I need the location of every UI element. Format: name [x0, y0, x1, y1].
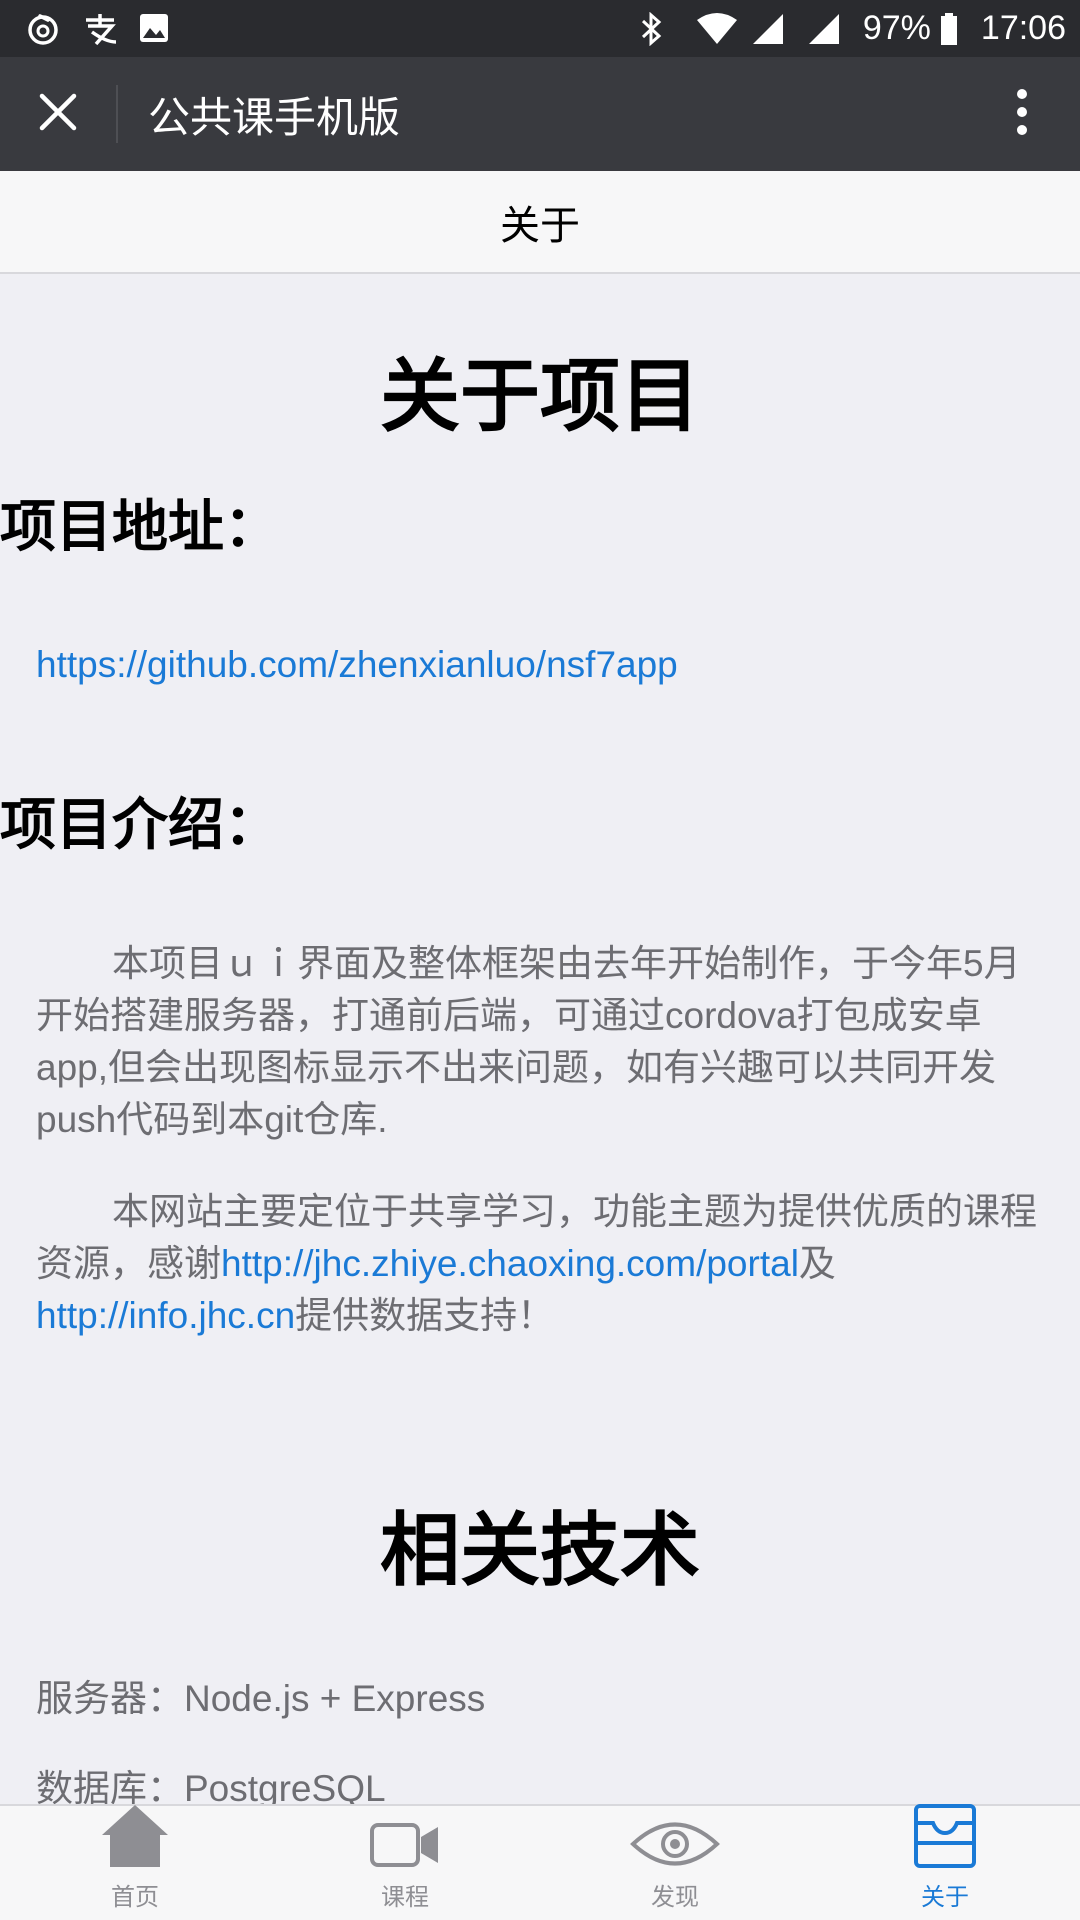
related-tech-heading: 相关技术 [380, 1504, 700, 1597]
battery-percent: 97% [862, 9, 931, 47]
tech-server: 服务器：Node.js + Express [36, 1678, 486, 1719]
intro-paragraph-1: 本项目ｕｉ界面及整体框架由去年开始制作，于今年5月开始搭建服务器，打通前后端，可… [36, 943, 1021, 1140]
tab-about[interactable]: 关于 [810, 1803, 1080, 1920]
window-title: 公共课手机版 [148, 92, 401, 142]
battery-icon [939, 12, 959, 46]
jhc-link[interactable]: http://info.jhc.cn [36, 1295, 295, 1336]
more-vertical-icon [1016, 88, 1028, 140]
close-button[interactable] [0, 57, 116, 171]
netease-music-icon [26, 12, 60, 46]
tech-database: 数据库：PostgreSQL [36, 1768, 386, 1804]
tab-label: 首页 [111, 1883, 159, 1911]
project-intro-heading: 项目介绍： [0, 793, 280, 858]
para2-text-mid: 及 [798, 1243, 836, 1284]
page-header: 关于 [0, 171, 1080, 274]
content-area[interactable]: 关于项目 项目地址： https://github.com/zhenxianlu… [0, 274, 1080, 1804]
title-divider [116, 85, 118, 143]
status-bar-left [26, 12, 172, 46]
close-icon [38, 92, 78, 136]
status-bar: 97% 17:06 [0, 0, 1080, 57]
tab-bar: 首页 课程 发现 关于 [0, 1804, 1080, 1920]
tab-courses[interactable]: 课程 [270, 1806, 540, 1920]
tab-home[interactable]: 首页 [0, 1803, 270, 1920]
tab-label: 课程 [381, 1883, 429, 1911]
eye-icon [630, 1819, 720, 1873]
more-options-button[interactable] [964, 57, 1080, 171]
signal-icon [807, 12, 841, 46]
image-icon [138, 12, 172, 46]
wifi-icon [695, 12, 737, 46]
intro-paragraph-2: 本网站主要定位于共享学习，功能主题为提供优质的课程资源，感谢http://jhc… [36, 1186, 1046, 1342]
para2-text-end: 提供数据支持！ [295, 1295, 555, 1336]
page-title: 关于 [500, 202, 580, 249]
project-address-heading: 项目地址： [0, 495, 280, 560]
title-bar: 公共课手机版 [0, 57, 1080, 171]
tab-label: 关于 [921, 1883, 969, 1911]
clock: 17:06 [980, 9, 1066, 47]
inbox-icon [913, 1803, 977, 1873]
signal-icon [751, 12, 785, 46]
alipay-icon [82, 12, 117, 46]
chaoxing-link[interactable]: http://jhc.zhiye.chaoxing.com/portal [221, 1243, 799, 1284]
tab-label: 发现 [651, 1883, 699, 1911]
home-icon [100, 1803, 170, 1873]
video-camera-icon [369, 1821, 441, 1873]
status-bar-right: 97% 17:06 [639, 9, 1066, 48]
bluetooth-icon [639, 11, 673, 46]
github-link[interactable]: https://github.com/zhenxianluo/nsf7app [36, 644, 678, 686]
about-project-heading: 关于项目 [380, 350, 700, 443]
tab-discover[interactable]: 发现 [540, 1806, 810, 1920]
